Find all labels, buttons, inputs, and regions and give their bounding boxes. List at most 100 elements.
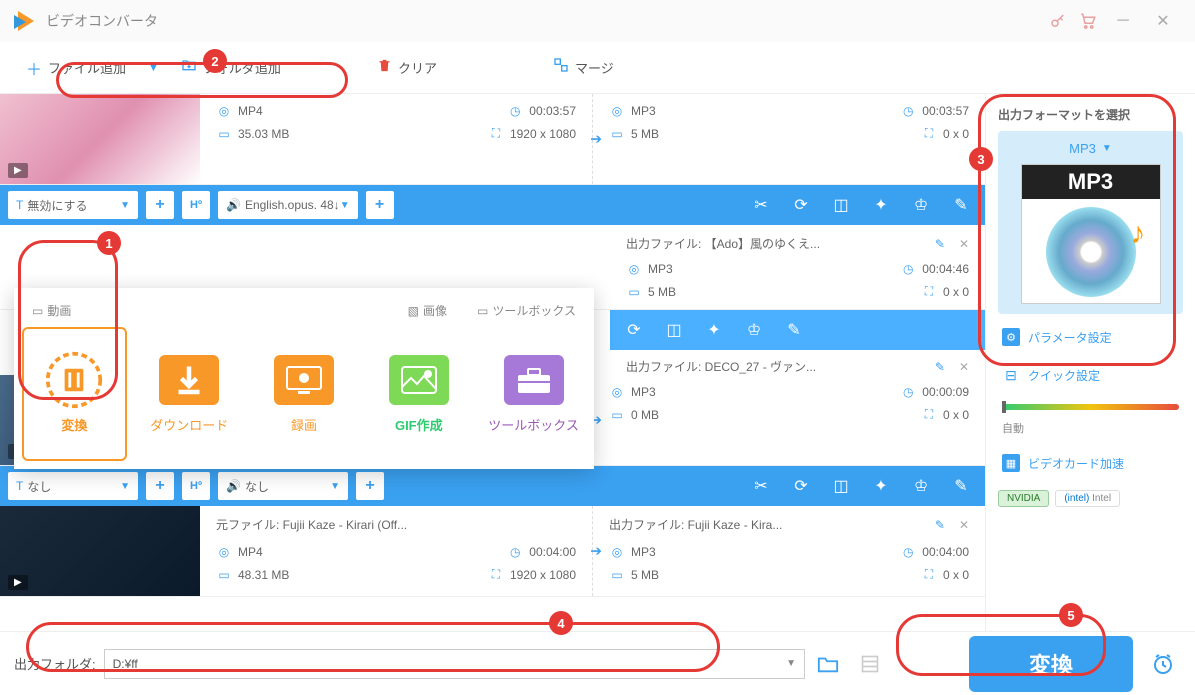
rotate-button[interactable]: ⟳ [785, 472, 817, 500]
effect-button[interactable]: ✦ [698, 316, 730, 344]
quality-slider[interactable] [1002, 404, 1179, 410]
dimensions-icon: ⛶ [921, 126, 937, 141]
subtitle-settings-button[interactable]: Hº [182, 191, 210, 219]
convert-button[interactable]: 変換 [969, 636, 1133, 692]
minimize-button[interactable]: ─ [1103, 6, 1143, 36]
edit-name-icon[interactable]: ✎ [935, 360, 945, 374]
remove-file-icon[interactable]: ✕ [959, 237, 969, 251]
remove-file-icon[interactable]: ✕ [959, 360, 969, 374]
tile-toolbox[interactable]: ツールボックス [483, 329, 584, 459]
merge-label: マージ [575, 58, 614, 77]
subtitle-select[interactable]: T 無効にする ▼ [8, 191, 138, 219]
disc-icon: ◎ [216, 104, 232, 118]
watermark-button[interactable]: ♔ [905, 472, 937, 500]
file-actions-bar: T なし ▼ + Hº 🔊 なし ▼ + ✂ ⟳ ◫ ✦ ♔ ✎ [0, 466, 985, 506]
audio-track-select[interactable]: 🔊 English.opus. 48↓ ▼ [218, 191, 358, 219]
format-preview-icon[interactable]: MP3 ♪ [1021, 164, 1161, 304]
chip-icon: ▦ [1002, 454, 1020, 472]
edit-button[interactable]: ✎ [945, 191, 977, 219]
add-folder-button[interactable]: フォルダ追加 [169, 51, 293, 84]
browse-folder-button[interactable] [813, 649, 843, 679]
disc-icon: ◎ [609, 545, 625, 559]
effect-button[interactable]: ✦ [865, 472, 897, 500]
tab-image[interactable]: ▧画像 [408, 302, 447, 319]
rotate-button[interactable]: ⟳ [618, 316, 650, 344]
list-view-button[interactable] [855, 649, 885, 679]
text-icon: T [16, 198, 23, 212]
tab-video[interactable]: ▭動画 [32, 302, 71, 319]
watermark-button[interactable]: ♔ [738, 316, 770, 344]
dimensions-icon: ⛶ [488, 126, 504, 141]
crop-button[interactable]: ◫ [658, 316, 690, 344]
tile-label: 録画 [291, 415, 317, 434]
tile-record[interactable]: 録画 [254, 329, 355, 459]
audio-track-select[interactable]: 🔊 なし ▼ [218, 472, 348, 500]
crop-button[interactable]: ◫ [825, 472, 857, 500]
nvidia-badge: NVIDIA [998, 490, 1049, 507]
chevron-down-icon: ▼ [340, 200, 350, 211]
tile-label: GIF作成 [395, 415, 443, 434]
clear-button[interactable]: クリア [365, 52, 449, 84]
disc-icon: ◎ [609, 104, 625, 118]
tile-download[interactable]: ダウンロード [139, 329, 240, 459]
video-thumbnail[interactable] [0, 94, 200, 184]
subtitle-settings-button[interactable]: Hº [182, 472, 210, 500]
effect-button[interactable]: ✦ [865, 191, 897, 219]
clock-icon: ◷ [900, 262, 916, 276]
chevron-down-icon[interactable]: ▼ [144, 62, 163, 74]
speaker-icon: 🔊 [226, 198, 241, 212]
tile-gif[interactable]: GIF作成 [368, 329, 469, 459]
music-note-icon: ♪ [1131, 217, 1146, 251]
dimensions-icon: ⛶ [921, 567, 937, 582]
add-audio-button[interactable]: + [356, 472, 384, 500]
tile-convert[interactable]: 変換 [24, 329, 125, 459]
add-subtitle-button[interactable]: + [146, 191, 174, 219]
close-button[interactable]: ✕ [1143, 6, 1183, 36]
edit-name-icon[interactable]: ✎ [935, 518, 945, 532]
gpu-accel-link[interactable]: ▦ ビデオカード加速 [998, 448, 1183, 478]
quick-settings-link[interactable]: ⊟ クイック設定 [998, 360, 1183, 390]
tab-toolbox[interactable]: ▭ツールボックス [477, 302, 576, 319]
output-folder-label: 出力フォルダ: [14, 654, 96, 673]
plus-icon: ＋ [26, 56, 42, 80]
subtitle-select[interactable]: T なし ▼ [8, 472, 138, 500]
cart-icon[interactable] [1073, 6, 1103, 36]
output-filename: 出力ファイル: DECO_27 - ヴァン... [626, 358, 816, 375]
rotate-button[interactable]: ⟳ [785, 191, 817, 219]
file-row: ◎MP4 ◷00:03:57 ▭35.03 MB ⛶1920 x 1080 ➔ … [0, 94, 985, 185]
merge-icon [553, 57, 569, 78]
format-dropdown[interactable]: MP3 ▼ [1008, 141, 1173, 164]
schedule-button[interactable] [1145, 646, 1181, 682]
folder-icon: ▭ [609, 568, 625, 582]
cut-button[interactable]: ✂ [745, 472, 777, 500]
add-subtitle-button[interactable]: + [146, 472, 174, 500]
edit-button[interactable]: ✎ [778, 316, 810, 344]
folder-icon: ▭ [626, 285, 642, 299]
output-file-header: 出力ファイル: DECO_27 - ヴァン... ✎ ✕ [610, 350, 985, 375]
chevron-down-icon: ▼ [330, 481, 340, 492]
source-filename: 元ファイル: Fujii Kaze - Kirari (Off... [216, 516, 407, 533]
license-key-icon[interactable] [1043, 6, 1073, 36]
output-file-header: 出力ファイル: 【Ado】風のゆくえ... ✎ ✕ [610, 225, 985, 252]
output-path-select[interactable]: D:¥ff ▼ [104, 649, 805, 679]
add-file-button[interactable]: ＋ ファイル追加 [14, 50, 138, 86]
clock-icon: ◷ [507, 104, 523, 118]
title-bar: ビデオコンバータ ─ ✕ [0, 0, 1195, 42]
slider-icon: ⊟ [1002, 366, 1020, 384]
cut-button[interactable]: ✂ [745, 191, 777, 219]
remove-file-icon[interactable]: ✕ [959, 518, 969, 532]
add-audio-button[interactable]: + [366, 191, 394, 219]
crop-button[interactable]: ◫ [825, 191, 857, 219]
bottom-bar: 出力フォルダ: D:¥ff ▼ 変換 [0, 631, 1195, 695]
app-logo-icon [12, 9, 36, 33]
clock-icon: ◷ [507, 545, 523, 559]
param-settings-link[interactable]: ⚙ パラメータ設定 [998, 322, 1183, 352]
merge-button[interactable]: マージ [541, 51, 626, 84]
disc-icon: ◎ [216, 545, 232, 559]
gif-icon [389, 355, 449, 405]
edit-button[interactable]: ✎ [945, 472, 977, 500]
edit-name-icon[interactable]: ✎ [935, 237, 945, 251]
intel-badge: (intel) Intel [1055, 490, 1120, 507]
watermark-button[interactable]: ♔ [905, 191, 937, 219]
video-thumbnail[interactable] [0, 506, 200, 596]
